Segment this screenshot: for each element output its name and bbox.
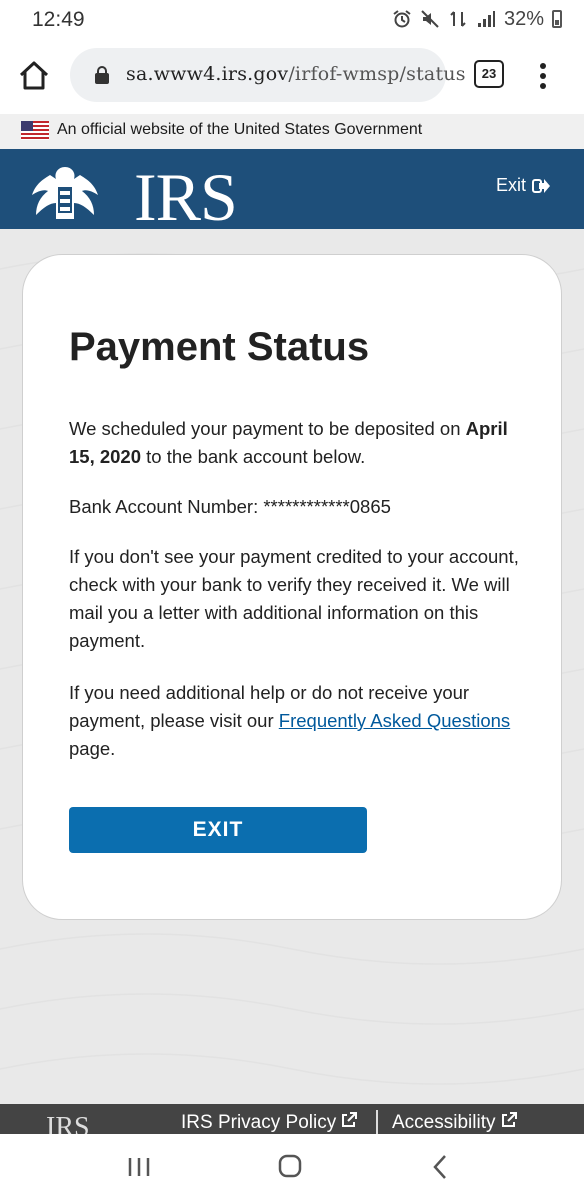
nav-home-icon[interactable] <box>278 1154 302 1178</box>
us-flag-icon <box>21 121 49 140</box>
irs-logo[interactable]: IRS <box>28 157 238 235</box>
scheduled-text: We scheduled your payment to be deposite… <box>69 418 508 467</box>
accessibility-link[interactable]: Accessibility <box>392 1112 517 1134</box>
page-title: Payment Status <box>69 325 370 369</box>
android-nav-bar <box>0 1134 584 1200</box>
exit-button[interactable]: EXIT <box>69 807 367 853</box>
gov-banner-text: An official website of the United States… <box>57 121 423 138</box>
footer-divider <box>376 1110 378 1134</box>
recent-apps-icon[interactable] <box>127 1156 151 1178</box>
tab-switcher-button[interactable]: 23 <box>474 60 504 88</box>
credit-info-text: If you don't see your payment credited t… <box>69 546 519 651</box>
site-header: IRS Exit <box>0 149 584 235</box>
status-icons: 32% <box>392 6 562 32</box>
bank-account-number: Bank Account Number: ************0865 <box>69 496 391 517</box>
external-link-icon <box>342 1112 358 1127</box>
eagle-emblem-icon <box>32 167 98 219</box>
battery-icon <box>552 10 562 28</box>
privacy-policy-link[interactable]: IRS Privacy Policy <box>181 1112 358 1134</box>
home-icon[interactable] <box>16 58 52 94</box>
status-time: 12:49 <box>32 8 85 31</box>
help-text: If you need additional help or do not re… <box>69 682 511 759</box>
data-icon <box>450 11 466 27</box>
back-icon[interactable] <box>432 1154 448 1180</box>
signal-icon <box>477 11 495 27</box>
header-exit-link[interactable]: Exit <box>496 175 550 196</box>
mute-icon <box>421 10 439 28</box>
sign-out-icon <box>532 178 550 193</box>
overflow-menu-icon[interactable] <box>538 62 548 90</box>
payment-status-card: Payment Status We scheduled your payment… <box>22 254 562 920</box>
alarm-icon <box>393 10 411 28</box>
battery-percent: 32% <box>503 7 544 30</box>
header-exit-label: Exit <box>495 175 526 195</box>
browser-toolbar: sa.www4.irs.gov/irfof-wmsp/status 23 <box>0 38 584 115</box>
status-bar: 12:49 32% <box>0 0 584 38</box>
footer-irs-logo[interactable]: IRS <box>46 1112 90 1134</box>
site-footer: IRS IRS Privacy Policy Accessibility <box>0 1104 584 1134</box>
irs-wordmark: IRS <box>134 159 238 235</box>
url-text: sa.www4.irs.gov/irfof-wmsp/status <box>126 63 466 85</box>
faq-link[interactable]: Frequently Asked Questions <box>279 710 510 731</box>
lock-icon <box>95 66 109 84</box>
address-bar[interactable]: sa.www4.irs.gov/irfof-wmsp/status <box>70 48 465 102</box>
gov-banner: An official website of the United States… <box>0 114 584 149</box>
external-link-icon <box>501 1112 517 1127</box>
